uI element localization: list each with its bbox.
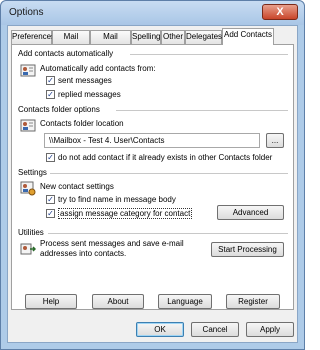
tab-preferences[interactable]: Preferences [11, 30, 55, 44]
section-add-contacts: Add contacts automatically [18, 49, 114, 58]
section-utilities: Utilities [18, 228, 44, 237]
register-button[interactable]: Register [226, 294, 280, 309]
try-find-name-checkbox[interactable]: ✓ [46, 195, 55, 204]
assign-category-checkbox[interactable]: ✓ [46, 209, 55, 218]
dialog-client: Preferences Mail Setup Mail Format Spell… [7, 25, 298, 343]
sent-messages-checkbox[interactable]: ✓ [46, 76, 55, 85]
assign-category-label: assign message category for contact [58, 208, 193, 219]
close-button[interactable]: X [262, 4, 298, 20]
tab-spelling[interactable]: Spelling [131, 30, 161, 44]
new-contact-settings-label: New contact settings [40, 182, 114, 191]
replied-messages-checkbox[interactable]: ✓ [46, 90, 55, 99]
contact-settings-icon [20, 181, 36, 196]
tab-mail-setup[interactable]: Mail Setup [52, 30, 90, 53]
divider [116, 110, 288, 111]
sent-messages-label: sent messages [58, 76, 112, 85]
no-duplicate-label: do not add contact if it already exists … [58, 153, 273, 162]
contact-card-icon [20, 119, 36, 132]
section-contacts-folder: Contacts folder options [18, 105, 100, 114]
title-bar[interactable]: Options X [1, 1, 304, 25]
apply-button[interactable]: Apply [246, 322, 294, 337]
replied-messages-label: replied messages [58, 90, 121, 99]
language-button[interactable]: Language [158, 294, 212, 309]
utilities-description: Process sent messages and save e-mail ad… [40, 239, 184, 258]
contacts-folder-path[interactable]: \\Mailbox - Test 4. User\Contacts [44, 133, 260, 148]
try-find-name-label: try to find name in message body [58, 195, 176, 204]
about-button[interactable]: About [92, 294, 144, 309]
advanced-button[interactable]: Advanced [217, 205, 284, 220]
tab-add-contacts[interactable]: Add Contacts [222, 28, 274, 45]
process-contacts-icon [20, 243, 36, 255]
folder-location-label: Contacts folder location [40, 119, 124, 128]
divider [130, 54, 288, 55]
options-window: Options X Preferences Mail Setup Mail Fo… [0, 0, 305, 350]
browse-button[interactable]: ... [266, 133, 284, 148]
contact-card-icon [20, 64, 36, 77]
tab-mail-format[interactable]: Mail Format [90, 30, 131, 53]
auto-add-label: Automatically add contacts from: [40, 64, 156, 73]
help-button[interactable]: Help [25, 294, 77, 309]
no-duplicate-checkbox[interactable]: ✓ [46, 153, 55, 162]
ok-button[interactable]: OK [136, 322, 184, 337]
start-processing-button[interactable]: Start Processing [211, 242, 284, 257]
divider [50, 173, 288, 174]
divider [48, 233, 288, 234]
tab-other[interactable]: Other [161, 30, 185, 44]
window-title: Options [9, 7, 44, 18]
cancel-button[interactable]: Cancel [191, 322, 239, 337]
tab-delegates[interactable]: Delegates [185, 30, 222, 44]
section-settings: Settings [18, 168, 47, 177]
add-contacts-panel: Add contacts automatically Automatically… [11, 44, 294, 310]
